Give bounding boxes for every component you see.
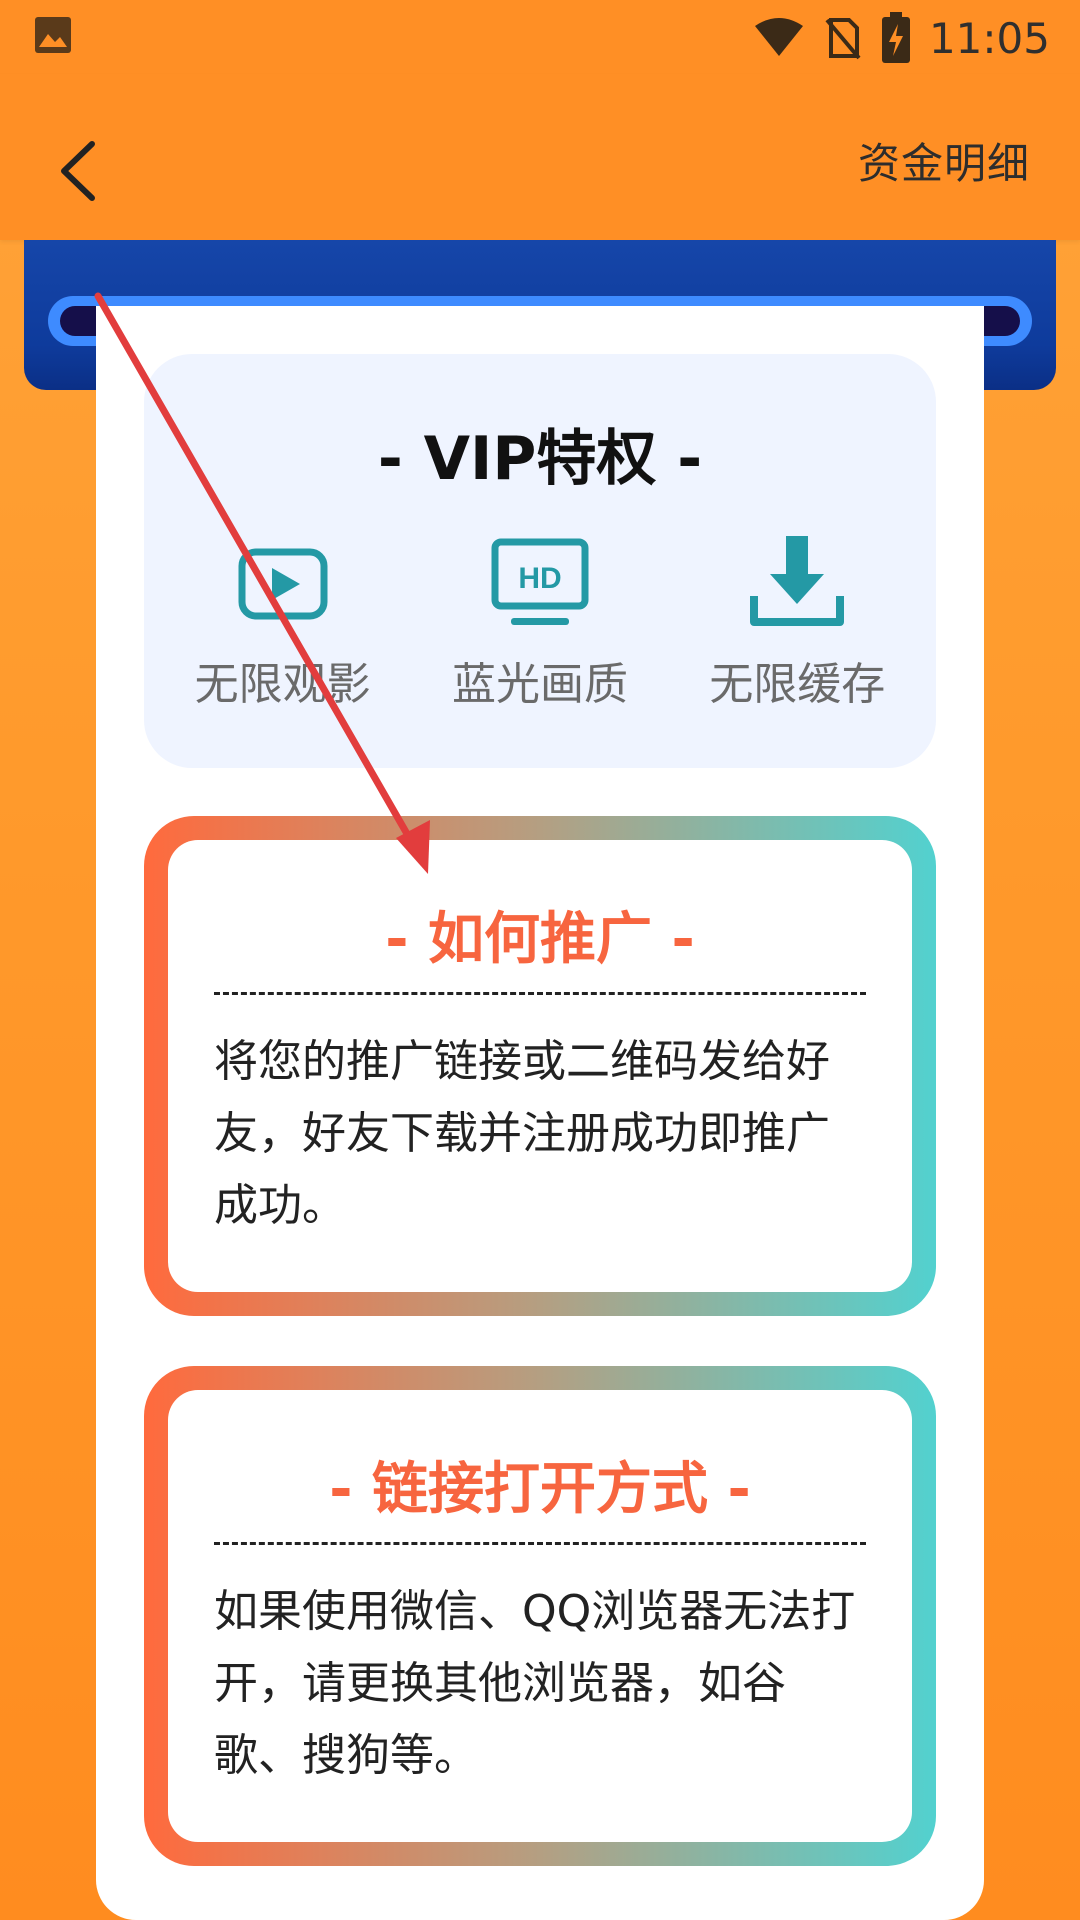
feature-unlimited-cache: 无限缓存: [677, 534, 917, 712]
play-icon: [238, 548, 328, 620]
feature-label: 无限观影: [194, 659, 371, 710]
download-icon: [750, 536, 845, 626]
vip-title: - VIP特权 -: [377, 424, 703, 494]
vip-privileges-card: - VIP特权 - 无限观影 HD 蓝光画质 无限缓存: [144, 354, 936, 768]
how-to-promote-card: - 如何推广 - 将您的推广链接或二维码发给好友，好友下载并注册成功即推广成功。: [144, 816, 936, 1316]
card-heading: - 链接打开方式 -: [329, 1457, 751, 1522]
hd-badge-text: HD: [518, 562, 561, 595]
content-panel: - VIP特权 - 无限观影 HD 蓝光画质 无限缓存 - 如何推广 - 将您的…: [96, 306, 984, 1920]
wifi-icon: [754, 18, 803, 56]
feature-label: 蓝光画质: [451, 659, 628, 710]
clock: 11:05: [928, 13, 1050, 63]
fund-details-button[interactable]: 资金明细: [858, 130, 1030, 191]
chevron-left-icon: [61, 141, 95, 201]
card-heading: - 如何推广 -: [385, 907, 695, 972]
app-bar: 资金明细: [0, 74, 1080, 240]
link-open-method-card: - 链接打开方式 - 如果使用微信、QQ浏览器无法打开，请更换其他浏览器，如谷歌…: [144, 1366, 936, 1866]
feature-label: 无限缓存: [709, 659, 886, 710]
no-sim-icon: [825, 18, 861, 60]
feature-bluray-quality: HD 蓝光画质: [420, 534, 660, 712]
vip-feature-list: 无限观影 HD 蓝光画质 无限缓存: [144, 534, 936, 712]
battery-charging-icon: [881, 12, 910, 63]
dashed-divider: [214, 1542, 866, 1545]
hd-icon: HD: [491, 538, 589, 625]
card-inner: - 如何推广 - 将您的推广链接或二维码发给好友，好友下载并注册成功即推广成功。: [168, 840, 912, 1292]
feature-unlimited-viewing: 无限观影: [163, 534, 403, 712]
card-body: 如果使用微信、QQ浏览器无法打开，请更换其他浏览器，如谷歌、搜狗等。: [214, 1586, 856, 1781]
card-body: 将您的推广链接或二维码发给好友，好友下载并注册成功即推广成功。: [214, 1036, 830, 1231]
gallery-icon: [35, 17, 71, 53]
dashed-divider: [214, 992, 866, 995]
status-bar: 11:05: [0, 0, 1080, 74]
back-button[interactable]: [50, 126, 110, 216]
card-inner: - 链接打开方式 - 如果使用微信、QQ浏览器无法打开，请更换其他浏览器，如谷歌…: [168, 1390, 912, 1842]
